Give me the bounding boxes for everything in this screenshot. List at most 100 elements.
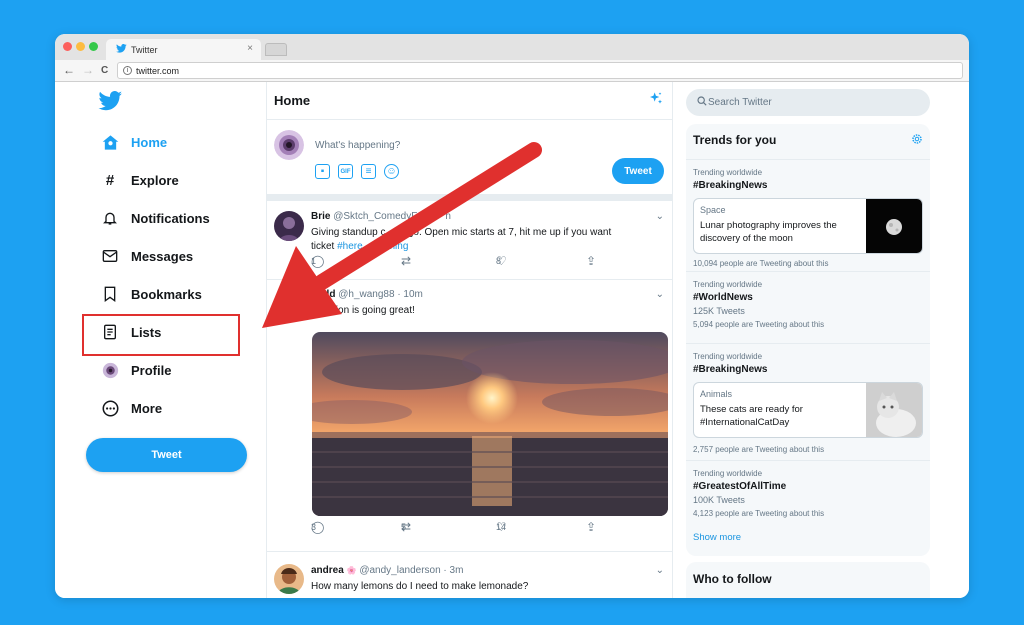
tab-title: Twitter xyxy=(131,45,158,55)
tweet-button[interactable]: Tweet xyxy=(86,438,247,472)
search-input[interactable]: Search Twitter xyxy=(686,89,930,116)
sidebar-item-label: Bookmarks xyxy=(131,286,202,302)
tweet-composer: What's happening? ▪ GIF ≡ ☺ Tweet xyxy=(267,120,672,194)
trend-item[interactable]: Trending worldwide #GreatestOfAllTime 10… xyxy=(686,460,930,528)
browser-window: Twitter × ← → C i twitter.com Home # Exp… xyxy=(55,34,969,598)
trend-meta: 5,094 people are Tweeting about this xyxy=(693,320,825,329)
envelope-icon xyxy=(101,247,119,265)
trend-card[interactable]: Space Lunar photography improves the dis… xyxy=(693,198,923,254)
feed-header: Home xyxy=(267,82,672,120)
card-text: Lunar photography improves the discovery… xyxy=(700,220,837,244)
close-window-button[interactable] xyxy=(63,42,72,51)
url-text: twitter.com xyxy=(136,66,180,76)
tweet-author-handle: @andy_landerson · 3m xyxy=(359,565,464,576)
like-count: 14 xyxy=(496,522,507,532)
bell-icon xyxy=(101,209,119,227)
chevron-down-icon[interactable]: ⌄ xyxy=(656,289,664,300)
sidebar-item-label: Profile xyxy=(131,362,172,378)
tweet-author-handle: @h_wang88 · 10m xyxy=(338,289,423,300)
search-placeholder: Search Twitter xyxy=(708,97,772,108)
share-icon: ⇪ xyxy=(586,254,597,268)
bookmark-icon xyxy=(101,285,119,303)
right-sidebar: Search Twitter Trends for you Trending w… xyxy=(673,82,969,598)
sidebar-item-label: Notifications xyxy=(131,210,210,226)
home-feed: Home What's happening? ▪ GIF ≡ ☺ Tweet B… xyxy=(266,82,673,598)
trend-context: Trending worldwide xyxy=(693,168,763,177)
new-tab-button[interactable] xyxy=(265,43,287,56)
address-bar[interactable]: i twitter.com xyxy=(117,62,963,79)
hashtag-link-end[interactable]: ming xyxy=(387,241,409,252)
flower-badge-icon: 🌸 xyxy=(346,566,357,575)
home-icon xyxy=(101,133,119,151)
trend-item[interactable]: Trending worldwide #WorldNews 125K Tweet… xyxy=(686,271,930,343)
page-title: Home xyxy=(274,93,311,108)
trend-meta: 4,123 people are Tweeting about this xyxy=(693,509,825,518)
like-count: 8 xyxy=(496,256,502,266)
trend-count: 100K Tweets xyxy=(693,495,745,505)
sidebar-item-bookmarks[interactable]: Bookmarks xyxy=(101,282,202,306)
search-icon xyxy=(697,96,707,109)
twitter-bird-icon xyxy=(116,44,127,55)
maximize-window-button[interactable] xyxy=(89,42,98,51)
browser-tab[interactable]: Twitter × xyxy=(106,39,261,60)
hashtag-icon: # xyxy=(105,171,115,189)
retweet-count: 5 xyxy=(401,522,407,532)
image-icon[interactable]: ▪ xyxy=(315,164,330,179)
feed-divider xyxy=(267,194,672,201)
info-icon[interactable]: i xyxy=(123,66,132,75)
trends-panel: Trends for you Trending worldwide #Break… xyxy=(686,124,930,556)
trend-item[interactable]: Trending worldwide #BreakingNews Animals… xyxy=(686,343,930,460)
reload-icon[interactable]: C xyxy=(101,64,108,78)
tweet-image[interactable] xyxy=(312,332,668,516)
trend-item[interactable]: Trending worldwide #BreakingNews Space L… xyxy=(686,159,930,271)
twitter-logo-icon[interactable] xyxy=(98,91,123,116)
hashtag-link[interactable]: #here xyxy=(337,241,363,252)
trend-card[interactable]: Animals These cats are ready for #Intern… xyxy=(693,382,923,438)
reply-count: 3 xyxy=(311,522,317,532)
sidebar-item-label: Explore xyxy=(131,172,179,188)
who-to-follow-panel: Who to follow xyxy=(686,562,930,598)
tweet-text-part: a go. Open mic starts at 7, hit me up if… xyxy=(399,227,612,238)
tweet-text: Vacation is going great! xyxy=(311,305,415,316)
card-text: These cats are ready for #InternationalC… xyxy=(700,404,803,428)
gear-icon[interactable] xyxy=(911,132,923,150)
sparkle-icon[interactable] xyxy=(648,91,664,112)
sidebar-item-explore[interactable]: # Explore xyxy=(101,168,179,192)
tab-close-icon[interactable]: × xyxy=(247,43,253,54)
emoji-icon[interactable]: ☺ xyxy=(384,164,399,179)
compose-tweet-button[interactable]: Tweet xyxy=(612,158,664,184)
tweet[interactable]: Brie @Sktch_ComedyF n ⌄ Giving standup c a… xyxy=(267,201,672,280)
who-to-follow-title: Who to follow xyxy=(693,572,772,586)
poll-icon[interactable]: ≡ xyxy=(361,164,376,179)
trend-name: #WorldNews xyxy=(693,292,753,303)
show-more-link[interactable]: Show more xyxy=(693,532,741,543)
page-viewport: Home # Explore Notifications Messages Bo… xyxy=(55,82,969,598)
tweet-author-name[interactable]: andrea xyxy=(311,565,344,576)
tweet-text: How many lemons do I need to make lemona… xyxy=(311,581,529,592)
tweet-text: Giving standup c a go. Open mic starts at… xyxy=(311,226,661,254)
share-icon: ⇪ xyxy=(586,520,597,534)
avatar[interactable] xyxy=(274,564,304,594)
back-icon[interactable]: ← xyxy=(63,63,75,77)
sidebar-item-more[interactable]: More xyxy=(101,396,162,420)
more-icon xyxy=(101,399,119,417)
gif-icon[interactable]: GIF xyxy=(338,164,353,179)
avatar[interactable] xyxy=(274,211,304,241)
tweet[interactable]: andrea 🌸 @andy_landerson · 3m ⌄ How many… xyxy=(267,554,672,598)
chevron-down-icon[interactable]: ⌄ xyxy=(656,211,664,222)
sidebar-item-home[interactable]: Home xyxy=(101,130,167,154)
browser-titlebar: Twitter × xyxy=(55,34,969,60)
tweet-author-handle-end: n xyxy=(445,211,451,222)
compose-input[interactable]: What's happening? xyxy=(315,140,400,151)
sidebar-item-notifications[interactable]: Notifications xyxy=(101,206,210,230)
avatar-icon xyxy=(101,361,119,379)
chevron-down-icon[interactable]: ⌄ xyxy=(656,565,664,576)
sidebar-item-messages[interactable]: Messages xyxy=(101,244,193,268)
forward-icon[interactable]: → xyxy=(82,63,94,77)
sidebar-item-profile[interactable]: Profile xyxy=(101,358,171,382)
avatar[interactable] xyxy=(274,130,304,160)
minimize-window-button[interactable] xyxy=(76,42,85,51)
tweet-author-name[interactable]: arold xyxy=(311,289,335,300)
tweet-author-name[interactable]: Brie xyxy=(311,211,330,222)
tweet-author-handle: @Sktch_ComedyF xyxy=(333,211,418,222)
